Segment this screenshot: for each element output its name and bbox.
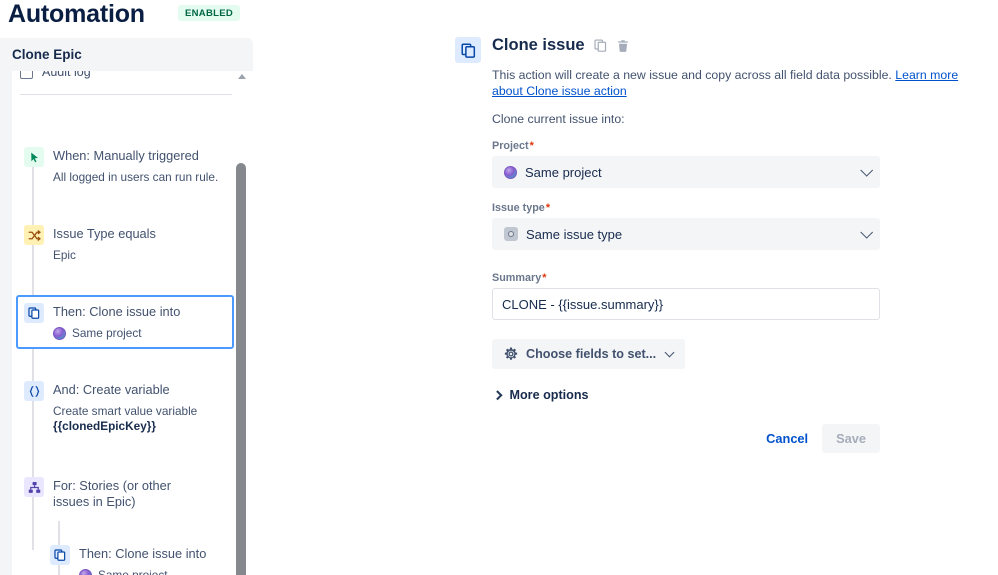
sidebar-item-subtitle-row: Same project	[50, 565, 229, 575]
chevron-right-icon	[492, 390, 502, 400]
summary-input-value: CLONE - {{issue.summary}}	[502, 296, 664, 312]
sidebar-item-subtitle: Create smart value variable	[53, 404, 198, 418]
detail-header: Clone issue	[455, 36, 985, 63]
sidebar-item-label: When: Manually triggered	[53, 148, 199, 163]
cursor-click-icon	[24, 147, 44, 167]
project-field-label: Project*	[492, 140, 880, 152]
copy-icon	[24, 303, 44, 323]
more-options-label: More options	[509, 388, 589, 402]
sidebar-item-label: Then: Clone issue into	[79, 546, 207, 561]
page-title: Automation	[8, 0, 145, 28]
shuffle-icon	[24, 225, 44, 245]
cancel-button[interactable]: Cancel	[758, 424, 816, 453]
sidebar-item-label: For: Stories (or other issues in Epic)	[53, 478, 172, 509]
issue-type-field-label: Issue type*	[492, 202, 880, 214]
choose-fields-button[interactable]: Choose fields to set...	[492, 339, 686, 369]
audit-log-icon	[20, 71, 33, 79]
issue-type-select-value: Same issue type	[526, 226, 623, 242]
scroll-up-arrow-icon[interactable]	[238, 74, 246, 79]
audit-log-label: Audit log	[42, 71, 91, 79]
clone-issue-form: Project* Same project Issue type* Same i…	[492, 140, 880, 402]
required-asterisk: *	[542, 272, 547, 284]
globe-icon	[504, 165, 517, 179]
detail-description: This action will create a new issue and …	[492, 67, 960, 99]
summary-label-text: Summary	[492, 272, 542, 284]
sidebar-item-subtitle: Same project	[72, 326, 142, 340]
copy-icon	[455, 37, 481, 63]
rule-tree-scroll-area[interactable]: Audit log When: Manually triggered All l…	[12, 71, 253, 575]
braces-icon	[24, 381, 44, 401]
status-badge: ENABLED	[178, 5, 241, 21]
sidebar-item-label: And: Create variable	[53, 382, 170, 397]
summary-field-label: Summary*	[492, 272, 880, 284]
globe-icon	[53, 327, 66, 340]
sidebar-item-subtitle-value: {{clonedEpicKey}}	[53, 419, 156, 433]
trash-icon[interactable]	[616, 39, 630, 53]
sidebar-item-clone-issue-selected[interactable]: Then: Clone issue into Same project	[16, 295, 234, 349]
sidebar-item-label: Issue Type equals	[53, 226, 156, 241]
issue-type-icon	[504, 227, 518, 241]
project-select[interactable]: Same project	[492, 156, 880, 188]
automation-rule-editor: Automation ENABLED Clone Epic Audit log	[0, 0, 998, 575]
gear-icon	[504, 347, 518, 361]
clone-into-label: Clone current issue into:	[492, 112, 625, 126]
sidebar-item-trigger[interactable]: When: Manually triggered All logged in u…	[16, 139, 234, 193]
tree-scrollbar-thumb[interactable]	[236, 163, 246, 575]
detail-title: Clone issue	[492, 36, 585, 54]
globe-icon	[79, 569, 92, 575]
choose-fields-label: Choose fields to set...	[526, 347, 657, 361]
sidebar-item-subtitle-row: Same project	[24, 323, 226, 341]
sidebar-item-subtitle: Same project	[98, 568, 168, 575]
sidebar-item-condition[interactable]: Issue Type equals Epic	[16, 217, 234, 271]
description-text: This action will create a new issue and …	[492, 68, 896, 82]
sidebar-item-subtitle: All logged in users can run rule.	[53, 170, 219, 184]
tree-divider	[20, 94, 232, 95]
sidebar-item-branch[interactable]: For: Stories (or other issues in Epic)	[16, 469, 216, 518]
issue-type-select[interactable]: Same issue type	[492, 218, 880, 250]
top-bar: Automation ENABLED	[0, 0, 998, 36]
branch-icon	[24, 477, 44, 497]
audit-log-row[interactable]: Audit log	[20, 71, 91, 79]
required-asterisk: *	[545, 202, 551, 214]
save-button[interactable]: Save	[822, 424, 880, 453]
duplicate-action-icon[interactable]	[594, 39, 607, 52]
required-asterisk: *	[529, 140, 534, 152]
copy-icon	[50, 545, 70, 565]
summary-input[interactable]: CLONE - {{issue.summary}}	[492, 288, 880, 320]
issue-type-label-text: Issue type	[492, 202, 545, 214]
more-options-toggle[interactable]: More options	[492, 388, 880, 402]
chevron-down-icon	[664, 347, 675, 358]
sidebar-item-label: Then: Clone issue into	[53, 304, 181, 319]
rule-name-header: Clone Epic	[0, 38, 253, 71]
chevron-down-icon	[860, 225, 874, 239]
project-select-value: Same project	[525, 164, 602, 180]
sidebar-item-clone-issue-nested[interactable]: Then: Clone issue into Same project	[42, 537, 237, 575]
rule-tree-panel: Clone Epic Audit log When: Manually trig…	[0, 38, 253, 575]
form-actions: Cancel Save	[492, 424, 880, 453]
chevron-down-icon	[860, 163, 874, 177]
action-detail-panel: Clone issue This action will create a ne…	[455, 36, 985, 453]
sidebar-item-create-variable[interactable]: And: Create variable Create smart value …	[16, 373, 234, 442]
project-label-text: Project	[492, 140, 529, 152]
sidebar-item-subtitle: Epic	[53, 248, 76, 262]
